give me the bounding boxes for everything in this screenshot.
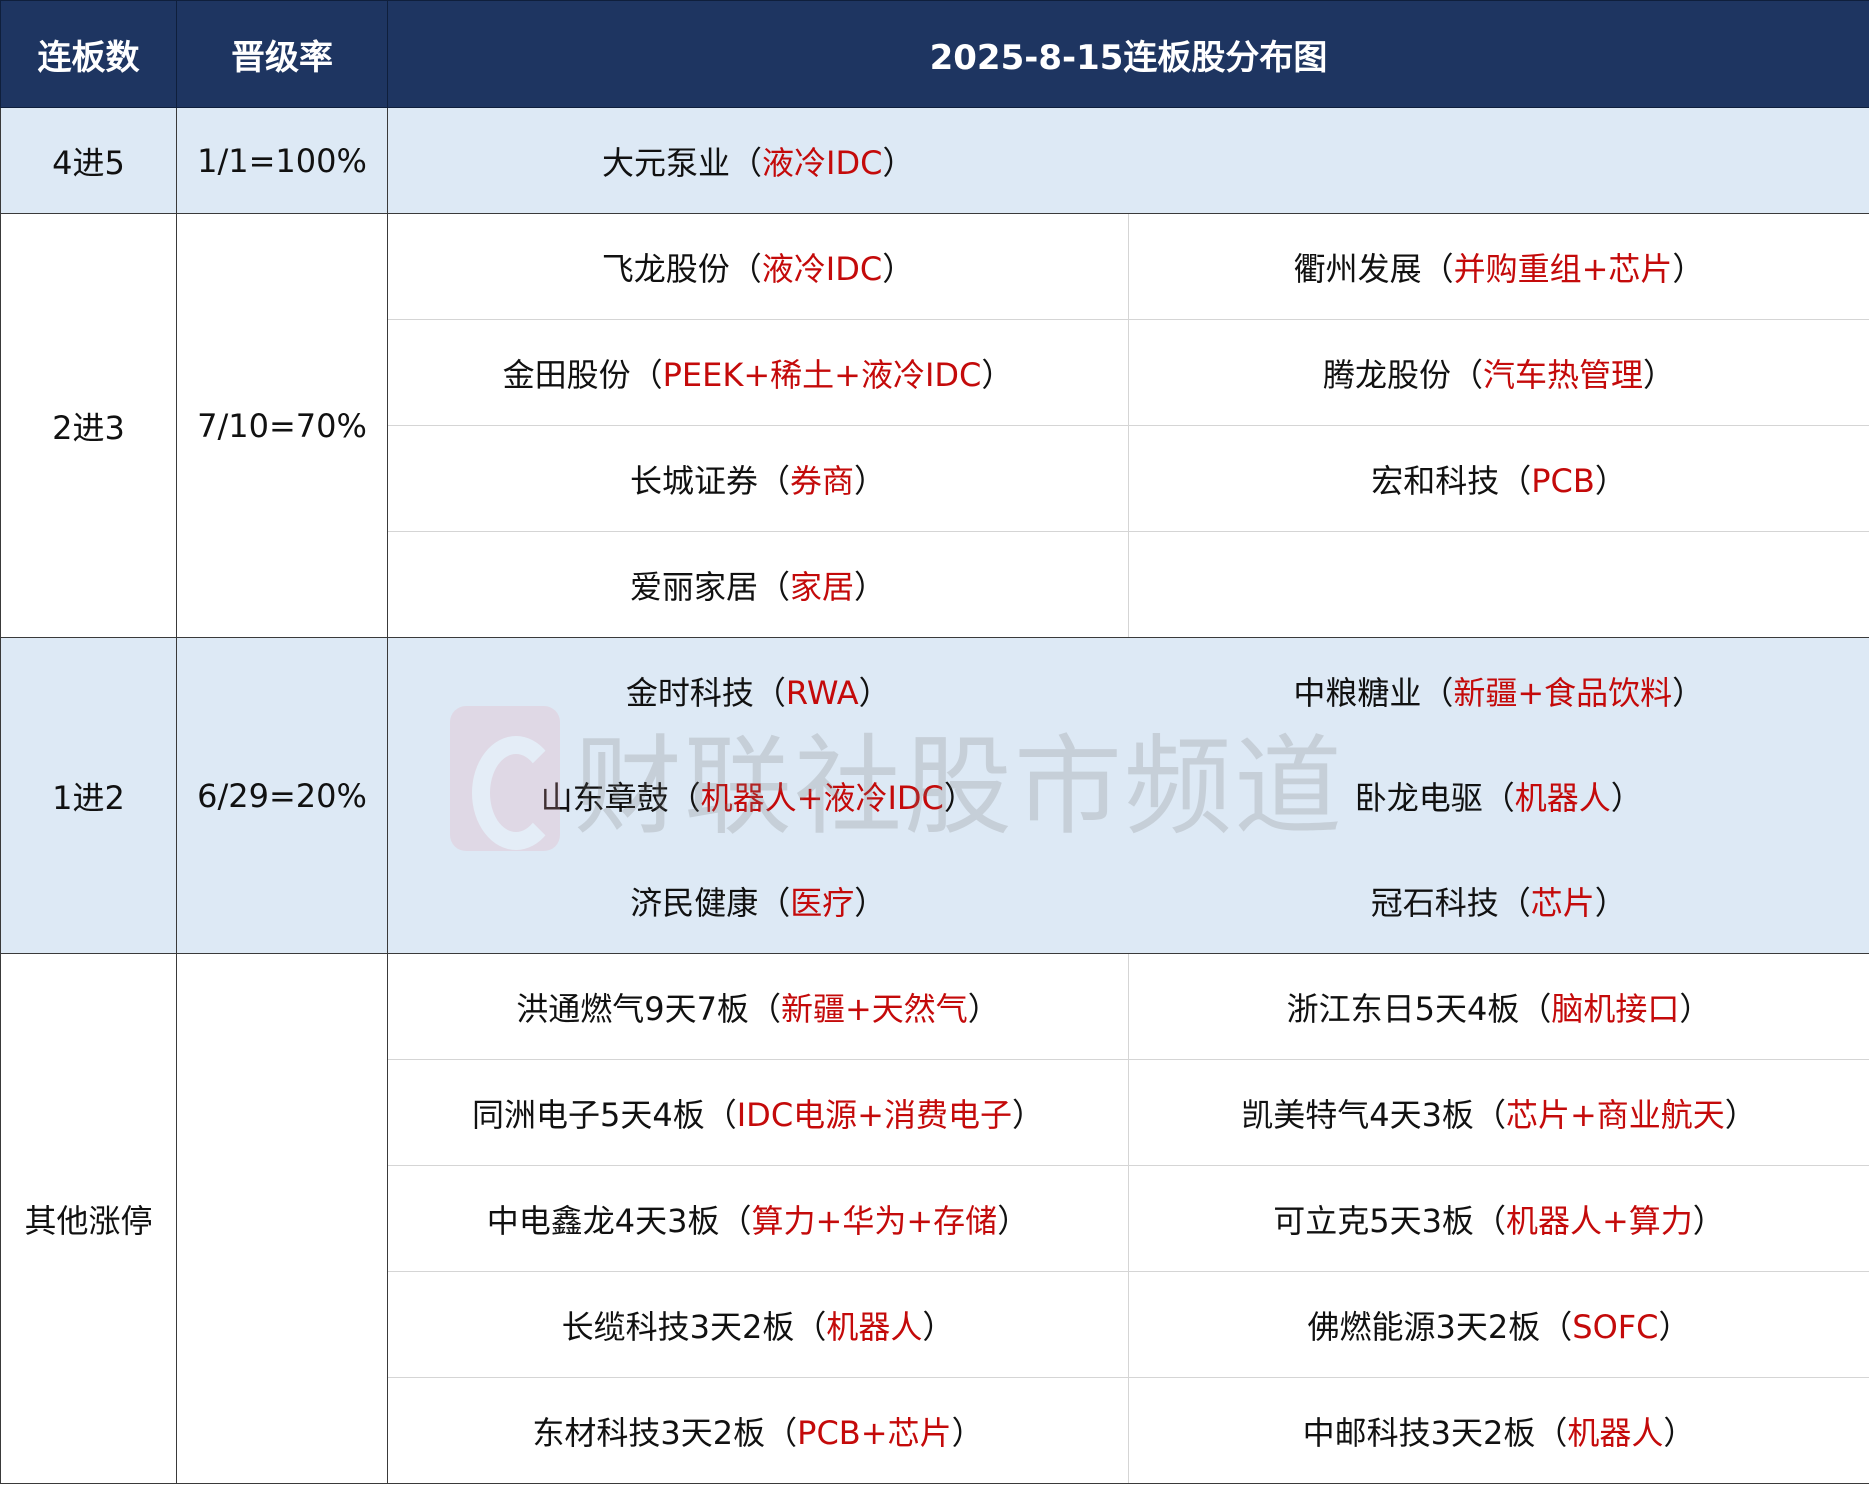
stock-tag: 脑机接口 [1551, 989, 1680, 1028]
stock-entry: 洪通燃气9天7板（新疆+天然气） [516, 989, 1000, 1028]
stock-tag: 液冷IDC [762, 143, 883, 182]
stock-cell: 中电鑫龙4天3板（算力+华为+存储） [387, 1165, 1129, 1272]
stock-entry: 东材科技3天2板（PCB+芯片） [532, 1413, 984, 1452]
stock-tag: 液冷IDC [761, 249, 883, 288]
stock-entry: 同洲电子5天4板（IDC电源+消费电子） [471, 1095, 1044, 1134]
stock-cell: 佛燃能源3天2板（SOFC） [1128, 1271, 1869, 1378]
rate-cell: 6/29=20% [176, 637, 388, 954]
level-cell: 4进5 [0, 107, 177, 214]
table-row: 1进2 6/29=20% 金时科技（RWA） 中粮糖业（新疆+食品饮料） [0, 637, 1869, 954]
rate-cell [176, 953, 388, 1484]
stock-tag: 新疆+食品饮料 [1453, 673, 1673, 712]
stock-tag: IDC电源+消费电子 [736, 1095, 1012, 1134]
level-cell: 1进2 [0, 637, 177, 954]
stock-cell: 可立克5天3板（机器人+算力） [1128, 1165, 1869, 1272]
header-level: 连板数 [0, 0, 177, 108]
stock-cell: 东材科技3天2板（PCB+芯片） [387, 1377, 1129, 1484]
stock-cell-empty [1128, 531, 1869, 638]
stock-cell-empty [1128, 107, 1869, 214]
header-rate: 晋级率 [176, 0, 388, 108]
stock-entry: 佛燃能源3天2板（SOFC） [1307, 1307, 1691, 1346]
stock-entry: 金时科技（RWA） [625, 673, 891, 712]
stock-cell: 金时科技（RWA） [387, 637, 1129, 743]
table-row: 4进5 1/1=100% 大元泵业（液冷IDC） [0, 107, 1869, 214]
stock-cell: 长城证券（券商） [387, 425, 1129, 532]
stock-entry: 长城证券（券商） [629, 461, 887, 500]
table-row: 2进3 7/10=70% 飞龙股份（液冷IDC） 衢州发展（并购重组+芯片） [0, 213, 1869, 638]
stock-entry: 卧龙电驱（机器人） [1354, 778, 1643, 817]
stock-entry: 可立克5天3板（机器人+算力） [1273, 1201, 1725, 1240]
stock-cell: 金田股份（PEEK+稀土+液冷IDC） [387, 319, 1129, 426]
stock-tag: 机器人 [826, 1307, 923, 1346]
table-row: 其他涨停 洪通燃气9天7板（新疆+天然气） 浙江东日5天4板（脑机接口） [0, 953, 1869, 1484]
stock-tag: 芯片 [1530, 883, 1595, 922]
stock-cell: 浙江东日5天4板（脑机接口） [1128, 953, 1869, 1060]
stock-tag: 机器人+算力 [1505, 1201, 1693, 1240]
stock-cell: 同洲电子5天4板（IDC电源+消费电子） [387, 1059, 1129, 1166]
rate-cell: 7/10=70% [176, 213, 388, 638]
stock-entry: 宏和科技（PCB） [1371, 461, 1627, 500]
stock-entry: 腾龙股份（汽车热管理） [1322, 355, 1676, 394]
stock-cell: 飞龙股份（液冷IDC） [387, 213, 1129, 320]
stock-entry: 浙江东日5天4板（脑机接口） [1286, 989, 1712, 1028]
stock-cell: 山东章鼓（机器人+液冷IDC） [387, 743, 1129, 848]
stock-tag: 算力+华为+存储 [751, 1201, 998, 1240]
stock-entry: 长缆科技3天2板（机器人） [561, 1307, 955, 1346]
stock-cell: 长缆科技3天2板（机器人） [387, 1271, 1129, 1378]
stock-cell: 济民健康（医疗） [387, 848, 1129, 954]
stock-tag: RWA [785, 673, 859, 712]
stock-cell: 宏和科技（PCB） [1128, 425, 1869, 532]
table-title: 2025-8-15连板股分布图 [386, 0, 1869, 108]
table-header-row: 连板数 晋级率 2025-8-15连板股分布图 [0, 0, 1869, 108]
stock-tag: 机器人+液冷IDC [700, 778, 944, 817]
rate-cell: 1/1=100% [176, 107, 388, 214]
stock-tag: PEEK+稀土+液冷IDC [662, 355, 982, 394]
stock-cell: 腾龙股份（汽车热管理） [1128, 319, 1869, 426]
stock-tag: 机器人 [1567, 1413, 1664, 1452]
stock-entry: 衢州发展（并购重组+芯片） [1293, 249, 1705, 288]
stock-tag: 券商 [790, 461, 855, 500]
stock-tag: 并购重组+芯片 [1453, 249, 1673, 288]
stock-tag: 家居 [790, 567, 855, 606]
stock-cell: 中邮科技3天2板（机器人） [1128, 1377, 1869, 1484]
stock-entry: 爱丽家居（家居） [629, 567, 887, 606]
stock-entry: 大元泵业（液冷IDC） [602, 143, 915, 182]
stock-cell: 爱丽家居（家居） [387, 531, 1129, 638]
stock-tag: 医疗 [790, 883, 855, 922]
stock-tag: 新疆+天然气 [780, 989, 968, 1028]
stock-tag: 机器人 [1514, 778, 1611, 817]
stock-entry: 金田股份（PEEK+稀土+液冷IDC） [502, 355, 1014, 394]
stock-tag: PCB [1531, 461, 1595, 500]
stock-entry: 凯美特气4天3板（芯片+商业航天） [1241, 1095, 1757, 1134]
stock-cell: 冠石科技（芯片） [1128, 848, 1869, 954]
stock-tag: 芯片+商业航天 [1505, 1095, 1725, 1134]
stock-tag: PCB+芯片 [797, 1413, 952, 1452]
limit-up-board-table: 连板数 晋级率 2025-8-15连板股分布图 4进5 1/1=100% 大元泵… [0, 0, 1869, 1484]
stock-cell: 衢州发展（并购重组+芯片） [1128, 213, 1869, 320]
stock-entry: 山东章鼓（机器人+液冷IDC） [540, 778, 976, 817]
stock-cell: 卧龙电驱（机器人） [1128, 743, 1869, 848]
level-cell: 2进3 [0, 213, 177, 638]
stock-tag: SOFC [1572, 1307, 1659, 1346]
stock-entry: 冠石科技（芯片） [1370, 883, 1627, 922]
stock-entry: 中邮科技3天2板（机器人） [1302, 1413, 1696, 1452]
level-cell: 其他涨停 [0, 953, 177, 1484]
stock-tag: 汽车热管理 [1483, 355, 1644, 394]
stock-entry: 中电鑫龙4天3板（算力+华为+存储） [486, 1201, 1030, 1240]
stock-entry: 飞龙股份（液冷IDC） [601, 249, 915, 288]
stock-cell: 洪通燃气9天7板（新疆+天然气） [387, 953, 1129, 1060]
stock-cell: 大元泵业（液冷IDC） [387, 107, 1129, 214]
stock-entry: 中粮糖业（新疆+食品饮料） [1293, 673, 1705, 712]
stock-cell: 凯美特气4天3板（芯片+商业航天） [1128, 1059, 1869, 1166]
stock-entry: 济民健康（医疗） [630, 883, 887, 922]
stock-cell: 中粮糖业（新疆+食品饮料） [1128, 637, 1869, 743]
